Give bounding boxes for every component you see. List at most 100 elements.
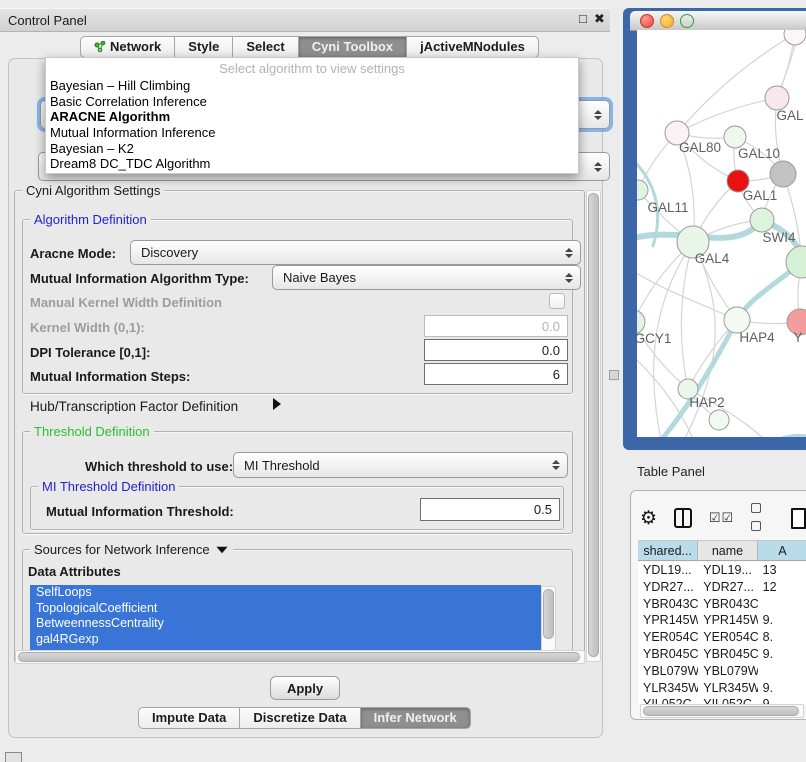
table-row[interactable]: YIL052CYIL052C9 (638, 696, 806, 704)
network-node-gal11[interactable] (637, 180, 648, 200)
data-attribute-gal4rgexp[interactable]: gal4RGexp (30, 632, 541, 648)
network-node-gal10[interactable] (724, 126, 746, 148)
dpi-tolerance-field[interactable]: 0.0 (424, 339, 568, 361)
table-cell: 9. (758, 680, 806, 697)
table-row[interactable]: YBR043CYBR043C (638, 596, 806, 613)
table-cell: 13 (758, 562, 806, 579)
tab-jactivemnodules[interactable]: jActiveMNodules (407, 36, 539, 58)
network-node[interactable] (770, 161, 796, 187)
network-node-gal[interactable] (765, 86, 789, 110)
algorithm-option-bayesian-k2[interactable]: Bayesian – K2 (46, 141, 578, 157)
algorithm-option-mutual-information-inference[interactable]: Mutual Information Inference (46, 125, 578, 141)
mi-threshold-label: Mutual Information Threshold: (46, 504, 234, 519)
tab-network[interactable]: Network (80, 36, 175, 58)
table-settings-gear-icon[interactable]: ⚙ (640, 509, 657, 528)
expander-arrow-icon[interactable] (273, 398, 281, 410)
tab-label: Cyni Toolbox (312, 37, 393, 57)
close-traffic-light-icon[interactable] (640, 14, 654, 28)
zoom-traffic-light-icon[interactable] (680, 14, 694, 28)
network-node-gal1[interactable] (750, 208, 774, 232)
table-cell: 12 (758, 579, 806, 596)
table-cell: YBL079W (638, 663, 698, 680)
mi-algorithm-type-value: Naive Bayes (283, 270, 356, 285)
table-row[interactable]: YDL19...YDL19...13 (638, 562, 806, 579)
column-header-shared[interactable]: shared... (638, 540, 698, 561)
table-cell: YLR345W (698, 680, 757, 697)
data-attribute-topologicalcoefficient[interactable]: TopologicalCoefficient (30, 601, 541, 617)
table-cell: YER054C (698, 629, 757, 646)
table-cell (758, 596, 806, 613)
tab-impute-data[interactable]: Impute Data (138, 707, 240, 729)
table-cell: YBL079W (698, 663, 757, 680)
deselect-all-checkboxes-icon[interactable] (751, 500, 774, 536)
export-table-file-icon[interactable] (791, 508, 806, 529)
collapse-arrow-icon[interactable] (216, 546, 227, 552)
table-toolbar: ⚙ ☑☑ (640, 503, 806, 533)
tab-discretize-data[interactable]: Discretize Data (240, 707, 360, 729)
close-window-icon[interactable]: ✖ (594, 11, 605, 27)
apply-button[interactable]: Apply (270, 676, 340, 700)
algorithm-dropdown-list: Select algorithm to view settings Bayesi… (45, 57, 579, 174)
network-window-titlebar (630, 11, 806, 31)
settings-vertical-scrollbar[interactable] (586, 190, 601, 662)
aracne-mode-combobox[interactable]: Discovery (130, 240, 581, 265)
mi-steps-label: Mutual Information Steps: (30, 369, 190, 384)
table-row[interactable]: YLR345WYLR345W9. (638, 680, 806, 697)
data-attribute-selfloops[interactable]: SelfLoops (30, 585, 541, 601)
table-row[interactable]: YDR27...YDR27...12 (638, 579, 806, 596)
network-view-canvas[interactable]: GALGAL80GAL10GAL1GAL11GAL4SWI4GCY1HAP4YH… (637, 30, 806, 437)
table-cell: YBR045C (638, 646, 698, 663)
algorithm-option-bayesian-hill-climbing[interactable]: Bayesian – Hill Climbing (46, 78, 578, 94)
network-node-label: HAP4 (739, 330, 775, 345)
data-attribute-betweennesscentrality[interactable]: BetweennessCentrality (30, 616, 541, 632)
mi-algorithm-type-combobox[interactable]: Naive Bayes (272, 265, 581, 290)
cyni-mode-tabbar: Impute Data Discretize Data Infer Network (138, 707, 471, 729)
table-cell: YBR045C (698, 646, 757, 663)
network-node[interactable] (709, 410, 729, 430)
hub-definition-expander-label[interactable]: Hub/Transcription Factor Definition (30, 399, 238, 414)
table-horizontal-scrollbar[interactable] (640, 704, 804, 718)
algorithm-option-dream8-dc-tdc-algorithm[interactable]: Dream8 DC_TDC Algorithm (46, 156, 578, 172)
tab-style[interactable]: Style (175, 36, 233, 58)
network-icon (94, 41, 106, 53)
combo-stepper-icon (552, 460, 560, 470)
network-edge (637, 270, 737, 320)
mi-threshold-field[interactable]: 0.5 (420, 498, 560, 521)
mi-steps-field[interactable]: 6 (424, 363, 568, 385)
table-cell: 8. (758, 629, 806, 646)
table-row[interactable]: YBL079WYBL079W (638, 663, 806, 680)
tab-label: Infer Network (374, 708, 457, 728)
select-all-checkboxes-icon[interactable]: ☑☑ (709, 510, 734, 526)
table-row[interactable]: YPR145WYPR145W9. (638, 612, 806, 629)
tab-cyni-toolbox[interactable]: Cyni Toolbox (299, 36, 407, 58)
split-columns-icon[interactable] (674, 508, 692, 528)
network-node[interactable] (784, 30, 806, 45)
combo-stepper-icon (565, 248, 573, 258)
column-header-name[interactable]: name (698, 540, 757, 561)
manual-kernel-width-label: Manual Kernel Width Definition (30, 295, 222, 310)
kernel-width-value: 0.0 (542, 319, 560, 334)
manual-kernel-width-checkbox[interactable] (549, 293, 565, 309)
data-attributes-list[interactable]: SelfLoopsTopologicalCoefficientBetweenne… (30, 585, 541, 650)
column-header-a[interactable]: A (758, 540, 806, 561)
algorithm-option-aracne-algorithm[interactable]: ARACNE Algorithm (46, 109, 578, 125)
control-panel-tabbar: NetworkStyleSelect Cyni Toolbox jActiveMNo… (80, 36, 539, 58)
network-node-label: GAL80 (679, 140, 721, 155)
tab-label: Discretize Data (253, 708, 346, 728)
table-row[interactable]: YBR045CYBR045C9. (638, 646, 806, 663)
kernel-width-field[interactable]: 0.0 (424, 315, 568, 337)
network-node-label: GCY1 (637, 331, 671, 346)
settings-horizontal-scrollbar[interactable] (15, 650, 585, 664)
dock-panel-icon[interactable] (5, 752, 22, 762)
minimize-traffic-light-icon[interactable] (660, 14, 674, 28)
panel-divider-grip[interactable] (609, 370, 619, 380)
control-panel-title: Control Panel (8, 13, 87, 28)
attributes-scrollbar[interactable] (541, 586, 556, 651)
which-threshold-combobox[interactable]: MI Threshold (233, 452, 568, 478)
algorithm-option-basic-correlation-inference[interactable]: Basic Correlation Inference (46, 94, 578, 110)
control-panel-titlebar: Control Panel (0, 8, 610, 32)
table-row[interactable]: YER054CYER054C8. (638, 629, 806, 646)
tab-infer-network[interactable]: Infer Network (361, 707, 471, 729)
float-window-icon[interactable]: □ (579, 11, 587, 26)
tab-select[interactable]: Select (233, 36, 298, 58)
